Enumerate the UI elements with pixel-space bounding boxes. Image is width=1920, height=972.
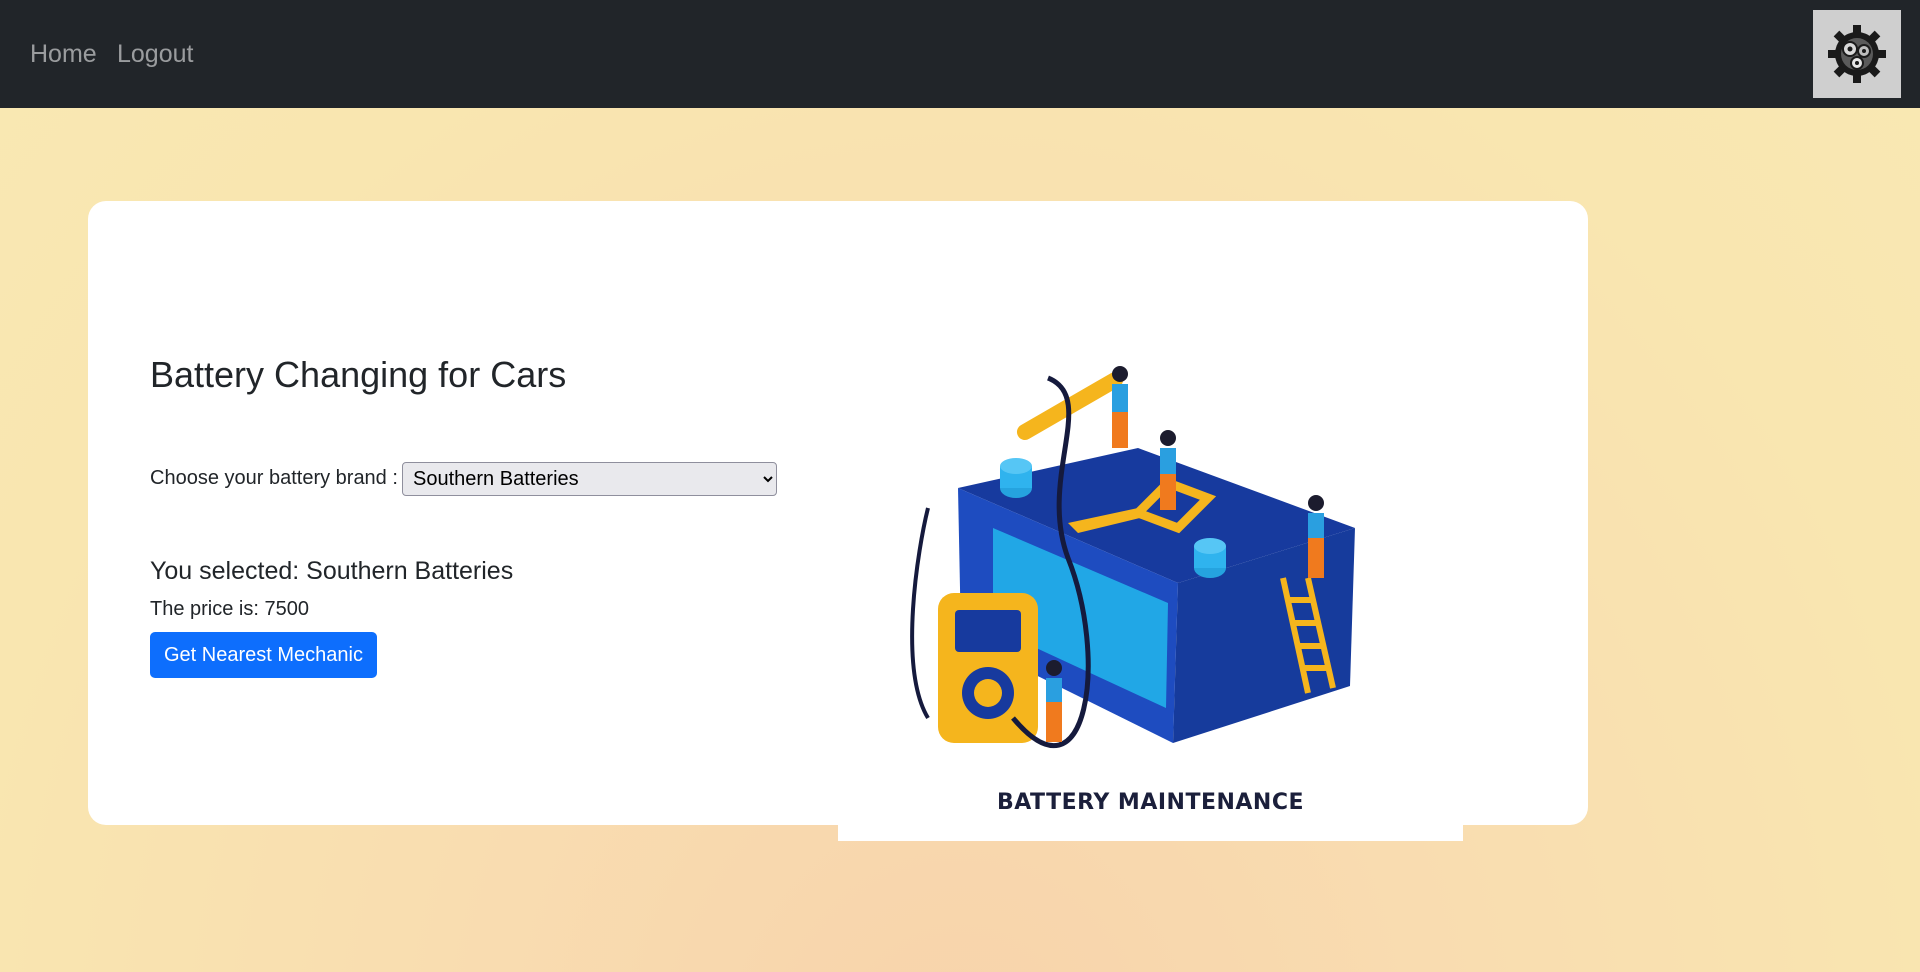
battery-brand-label: Choose your battery brand : — [150, 467, 398, 489]
nav-logout-link[interactable]: Logout — [117, 40, 193, 69]
selected-brand-text: You selected: Southern Batteries — [150, 557, 514, 585]
illustration-caption: BATTERY MAINTENANCE — [996, 790, 1305, 815]
page-title: Battery Changing for Cars — [150, 354, 567, 395]
battery-brand-select[interactable]: Southern Batteries — [402, 462, 777, 496]
navbar: Home Logout — [0, 0, 1920, 108]
nav-home-link[interactable]: Home — [30, 40, 97, 69]
battery-maintenance-illustration: BATTERY MAINTENANCE — [838, 338, 1463, 841]
gears-icon[interactable] — [1813, 10, 1901, 98]
get-nearest-mechanic-button[interactable]: Get Nearest Mechanic — [150, 632, 377, 678]
battery-illustration-icon — [910, 366, 1355, 749]
price-text: The price is: 7500 — [150, 598, 309, 620]
